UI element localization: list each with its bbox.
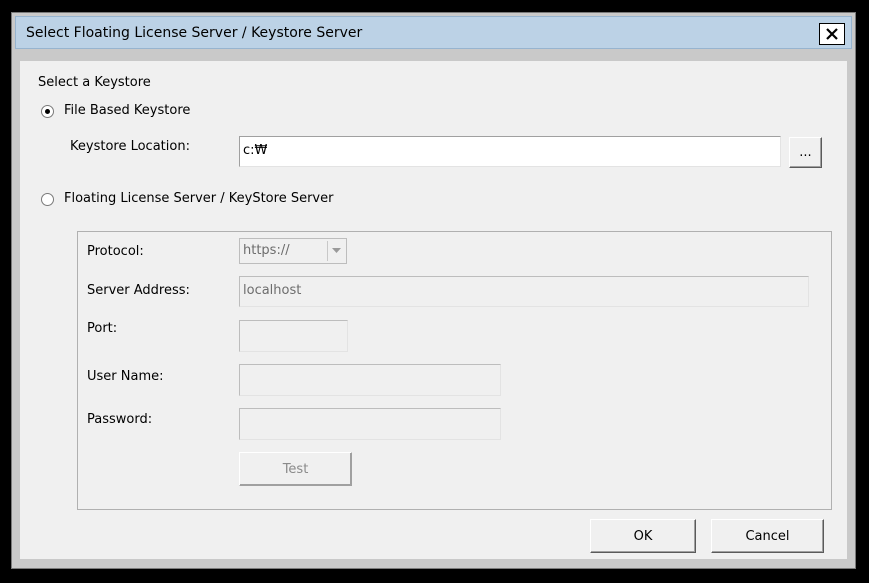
keystore-location-input[interactable]: c:₩ — [239, 136, 781, 167]
close-button[interactable] — [819, 23, 845, 45]
server-radio[interactable] — [41, 193, 54, 206]
protocol-value: https:// — [243, 243, 290, 258]
keystore-location-label: Keystore Location: — [70, 139, 190, 154]
dialog-body: Select a Keystore File Based Keystore Ke… — [20, 61, 847, 559]
password-label: Password: — [87, 412, 153, 427]
select-keystore-label: Select a Keystore — [38, 75, 151, 90]
password-input[interactable] — [239, 408, 501, 440]
server-address-label: Server Address: — [87, 283, 190, 298]
cancel-button[interactable]: Cancel — [711, 519, 824, 553]
title-bar[interactable]: Select Floating License Server / Keystor… — [15, 16, 852, 49]
file-keystore-radio[interactable] — [41, 105, 54, 118]
username-label: User Name: — [87, 369, 164, 384]
username-input[interactable] — [239, 364, 501, 396]
window-title: Select Floating License Server / Keystor… — [26, 25, 363, 41]
ok-button[interactable]: OK — [590, 519, 696, 553]
file-keystore-label[interactable]: File Based Keystore — [64, 103, 190, 118]
close-icon — [826, 28, 838, 40]
protocol-label: Protocol: — [87, 244, 144, 259]
browse-button[interactable]: ... — [789, 137, 822, 168]
server-option-label[interactable]: Floating License Server / KeyStore Serve… — [64, 191, 333, 206]
port-label: Port: — [87, 321, 118, 336]
port-input[interactable] — [239, 320, 348, 352]
test-button[interactable]: Test — [239, 452, 352, 486]
server-address-input[interactable]: localhost — [239, 276, 809, 307]
protocol-select[interactable]: https:// — [239, 238, 347, 264]
chevron-down-icon[interactable] — [327, 241, 344, 261]
dialog-window: Select Floating License Server / Keystor… — [11, 12, 856, 569]
